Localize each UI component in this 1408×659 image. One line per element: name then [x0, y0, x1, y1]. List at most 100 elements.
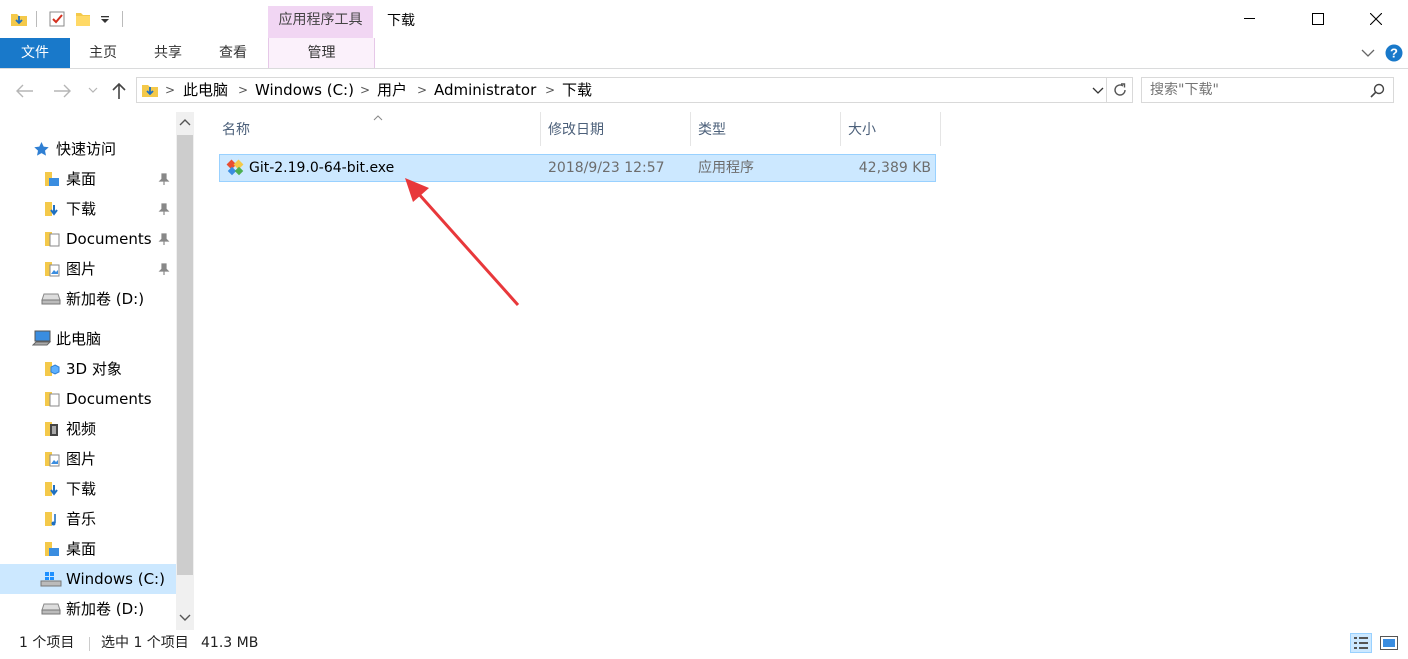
- breadcrumb-separator[interactable]: >: [545, 78, 555, 102]
- tab-file[interactable]: 文件: [0, 38, 70, 68]
- nav-label: 下载: [66, 480, 97, 498]
- search-box[interactable]: [1141, 77, 1394, 103]
- sort-ascending-icon: [373, 115, 383, 121]
- nav-quick-pictures[interactable]: 图片: [0, 254, 176, 284]
- nav-quick-access[interactable]: 快速访问: [0, 134, 176, 164]
- nav-quick-desktop[interactable]: 桌面: [0, 164, 176, 194]
- tab-view[interactable]: 查看: [208, 38, 258, 68]
- nav-label: 此电脑: [56, 330, 102, 348]
- breadcrumb-separator[interactable]: >: [417, 78, 427, 102]
- expand-ribbon-icon[interactable]: [1361, 48, 1375, 58]
- forward-arrow-icon[interactable]: [53, 84, 71, 98]
- column-header-type[interactable]: 类型: [698, 112, 726, 146]
- customize-toolbar-icon[interactable]: [100, 14, 110, 24]
- nav-label: 下载: [66, 200, 97, 218]
- nav-documents[interactable]: Documents: [0, 384, 176, 414]
- back-arrow-icon[interactable]: [16, 84, 34, 98]
- new-folder-icon[interactable]: [74, 10, 92, 28]
- nav-this-pc[interactable]: 此电脑: [0, 324, 176, 354]
- breadcrumb-downloads[interactable]: 下载: [562, 78, 592, 102]
- properties-icon[interactable]: [48, 10, 66, 28]
- nav-label: 桌面: [66, 540, 97, 558]
- column-separator[interactable]: [540, 112, 541, 146]
- folder-down-icon[interactable]: [10, 10, 28, 28]
- pin-icon[interactable]: [158, 233, 170, 245]
- breadcrumb-this-pc[interactable]: 此电脑: [183, 78, 228, 102]
- address-bar[interactable]: > 此电脑 > Windows (C:) > 用户 > Administrato…: [136, 77, 1107, 103]
- tab-manage[interactable]: 管理: [268, 38, 375, 68]
- nav-drive-c[interactable]: Windows (C:): [0, 564, 176, 594]
- nav-label: 图片: [66, 450, 97, 468]
- desktop-folder-icon: [45, 542, 59, 556]
- status-bar: 1 个项目 选中 1 个项目 41.3 MB: [0, 630, 1408, 659]
- breadcrumb-administrator[interactable]: Administrator: [434, 78, 536, 102]
- column-header-size[interactable]: 大小: [848, 112, 876, 146]
- address-dropdown-chevron-icon[interactable]: [1092, 87, 1104, 95]
- drive-icon: [41, 603, 61, 615]
- nav-3d-objects[interactable]: 3D 对象: [0, 354, 176, 384]
- help-icon[interactable]: ?: [1385, 44, 1403, 62]
- close-button[interactable]: [1353, 0, 1399, 38]
- maximize-icon: [1312, 13, 1324, 25]
- tab-share[interactable]: 共享: [143, 38, 193, 68]
- pin-icon[interactable]: [158, 203, 170, 215]
- column-separator[interactable]: [690, 112, 691, 146]
- nav-label: Documents: [66, 390, 152, 408]
- breadcrumb-separator[interactable]: >: [165, 78, 175, 102]
- details-view-button[interactable]: [1350, 633, 1372, 653]
- music-folder-icon: [45, 512, 56, 526]
- large-icons-view-button[interactable]: [1378, 633, 1400, 653]
- nav-videos[interactable]: 视频: [0, 414, 176, 444]
- breadcrumb-windows-c[interactable]: Windows (C:): [255, 78, 354, 102]
- nav-desktop[interactable]: 桌面: [0, 534, 176, 564]
- documents-folder-icon: [45, 232, 60, 247]
- scroll-up-icon[interactable]: [179, 118, 191, 126]
- column-header-date[interactable]: 修改日期: [548, 112, 604, 146]
- status-selected-count: 选中 1 个项目: [101, 635, 189, 651]
- svg-text:?: ?: [1390, 46, 1398, 61]
- minimize-button[interactable]: [1226, 0, 1272, 38]
- maximize-button[interactable]: [1295, 0, 1341, 38]
- pictures-folder-icon: [45, 452, 60, 467]
- column-separator[interactable]: [840, 112, 841, 146]
- search-icon[interactable]: [1370, 83, 1385, 98]
- pin-icon[interactable]: [158, 263, 170, 275]
- file-name[interactable]: Git-2.19.0-64-bit.exe: [249, 155, 394, 181]
- refresh-button[interactable]: [1107, 77, 1133, 103]
- nav-music[interactable]: 音乐: [0, 504, 176, 534]
- toolbar-separator: [122, 11, 123, 27]
- nav-quick-downloads[interactable]: 下载: [0, 194, 176, 224]
- ribbon-tab-bar: 文件 主页 共享 查看 管理 ?: [0, 38, 1408, 69]
- nav-label: 桌面: [66, 170, 97, 188]
- column-separator[interactable]: [940, 112, 941, 146]
- breadcrumb-users[interactable]: 用户: [377, 78, 407, 102]
- nav-label: Documents: [66, 230, 152, 248]
- nav-drive-d[interactable]: 新加卷 (D:): [0, 594, 176, 624]
- status-selected-size: 41.3 MB: [201, 635, 259, 651]
- close-icon: [1370, 13, 1382, 25]
- scroll-thumb[interactable]: [177, 135, 193, 575]
- nav-label: 3D 对象: [66, 360, 122, 378]
- title-bar: 应用程序工具 下载: [0, 0, 1408, 38]
- column-header-name[interactable]: 名称: [222, 112, 250, 146]
- nav-pictures[interactable]: 图片: [0, 444, 176, 474]
- tab-home[interactable]: 主页: [78, 38, 128, 68]
- navigation-pane: 快速访问 桌面 下载 Documents 图片 新加卷 (D:) 此电脑 3D …: [0, 112, 176, 630]
- pin-icon[interactable]: [158, 173, 170, 185]
- pictures-folder-icon: [45, 262, 60, 277]
- recent-locations-chevron-icon[interactable]: [88, 87, 98, 94]
- search-input[interactable]: [1150, 80, 1360, 100]
- nav-downloads[interactable]: 下载: [0, 474, 176, 504]
- breadcrumb-separator[interactable]: >: [238, 78, 248, 102]
- nav-quick-documents[interactable]: Documents: [0, 224, 176, 254]
- table-row[interactable]: Git-2.19.0-64-bit.exe 2018/9/23 12:57 应用…: [219, 154, 936, 182]
- nav-quick-drive-d[interactable]: 新加卷 (D:): [0, 284, 176, 314]
- up-arrow-icon[interactable]: [111, 82, 127, 100]
- git-installer-icon: [226, 159, 244, 176]
- file-type: 应用程序: [698, 160, 754, 176]
- 3d-objects-folder-icon: [45, 362, 60, 376]
- file-date: 2018/9/23 12:57: [548, 160, 665, 176]
- downloads-folder-icon: [45, 482, 58, 496]
- scroll-down-icon[interactable]: [179, 614, 191, 622]
- breadcrumb-separator[interactable]: >: [360, 78, 370, 102]
